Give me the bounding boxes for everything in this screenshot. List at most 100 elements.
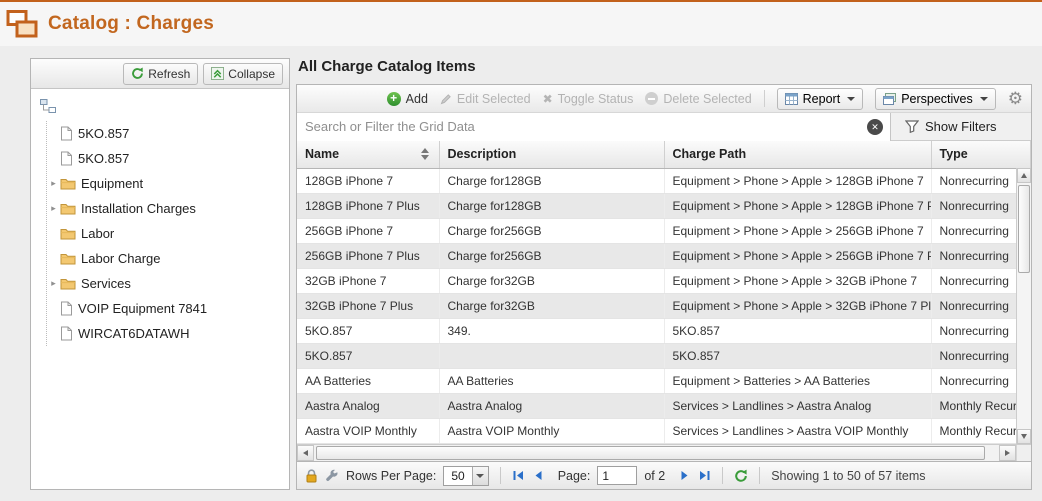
expand-arrow-icon[interactable]: ▸ <box>47 278 60 289</box>
search-row: ✕ Show Filters <box>297 113 1031 141</box>
lock-icon[interactable] <box>305 469 318 483</box>
sort-icon[interactable] <box>421 148 429 160</box>
toolbar-separator <box>764 90 765 107</box>
table-cell: AA Batteries <box>297 368 439 393</box>
tree-item[interactable]: Labor Charge <box>47 246 283 271</box>
column-header-description[interactable]: Description <box>439 141 664 168</box>
table-cell: 5KO.857 <box>664 343 931 368</box>
edit-selected-button[interactable]: Edit Selected <box>440 92 531 106</box>
tree-item[interactable]: ▸Installation Charges <box>47 196 283 221</box>
perspectives-icon <box>883 93 896 105</box>
rows-per-page-select[interactable]: 50 <box>443 466 488 486</box>
vertical-scroll-thumb[interactable] <box>1018 185 1030 273</box>
table-row[interactable]: 128GB iPhone 7 PlusCharge for128GBEquipm… <box>297 193 1031 218</box>
scroll-right-arrow[interactable] <box>999 445 1016 461</box>
collapse-tree-button[interactable]: Collapse <box>203 63 283 85</box>
tree-item[interactable]: 5KO.857 <box>47 146 283 171</box>
table-row[interactable]: 32GB iPhone 7 PlusCharge for32GBEquipmen… <box>297 293 1031 318</box>
tree-root-icon[interactable] <box>39 97 283 121</box>
scroll-left-arrow[interactable] <box>297 445 314 461</box>
pager-separator <box>722 467 723 484</box>
folder-icon <box>60 177 76 190</box>
table-cell: 5KO.857 <box>664 318 931 343</box>
document-icon <box>60 326 73 341</box>
gear-icon[interactable]: ⚙ <box>1008 90 1023 107</box>
report-label: Report <box>803 92 841 106</box>
table-cell <box>439 343 664 368</box>
page-label: Page: <box>558 469 591 483</box>
vertical-scrollbar[interactable] <box>1016 168 1031 444</box>
folder-icon <box>60 277 76 290</box>
horizontal-scrollbar[interactable] <box>297 444 1031 461</box>
horizontal-scroll-track[interactable] <box>314 445 999 461</box>
table-cell: Equipment > Phone > Apple > 128GB iPhone… <box>664 168 931 193</box>
column-header-charge-path[interactable]: Charge Path <box>664 141 931 168</box>
expand-arrow-icon[interactable]: ▸ <box>47 203 60 214</box>
table-header-row: Name Description Charge Path <box>297 141 1031 168</box>
table-cell: Equipment > Phone > Apple > 256GB iPhone… <box>664 243 931 268</box>
pager-separator <box>759 467 760 484</box>
previous-page-button[interactable] <box>532 469 545 482</box>
wrench-icon[interactable] <box>325 469 339 483</box>
next-page-button[interactable] <box>678 469 691 482</box>
tree-item-label: Services <box>81 276 131 291</box>
first-page-button[interactable] <box>512 469 525 482</box>
table-cell: Aastra Analog <box>297 393 439 418</box>
rows-per-page-label: Rows Per Page: <box>346 469 436 483</box>
table-row[interactable]: Aastra AnalogAastra AnalogServices > Lan… <box>297 393 1031 418</box>
expand-arrow-icon[interactable]: ▸ <box>47 178 60 189</box>
table-row[interactable]: 5KO.857349.5KO.857Nonrecurring <box>297 318 1031 343</box>
perspectives-dropdown-button[interactable]: Perspectives <box>875 88 996 110</box>
tree-item-label: Labor <box>81 226 114 241</box>
scroll-down-arrow[interactable] <box>1017 429 1031 444</box>
tree-item[interactable]: ▸ Services <box>47 271 283 296</box>
refresh-tree-button[interactable]: Refresh <box>123 63 198 85</box>
table-body: 128GB iPhone 7Charge for128GBEquipment >… <box>297 168 1031 443</box>
table-cell: 128GB iPhone 7 Plus <box>297 193 439 218</box>
tree-item[interactable]: ▸Equipment <box>47 171 283 196</box>
tree-item[interactable]: Labor <box>47 221 283 246</box>
show-filters-label: Show Filters <box>925 119 997 134</box>
show-filters-button[interactable]: Show Filters <box>891 119 997 134</box>
table-row[interactable]: AA BatteriesAA BatteriesEquipment > Batt… <box>297 368 1031 393</box>
collapse-label: Collapse <box>228 67 275 81</box>
table-row[interactable]: 32GB iPhone 7Charge for32GBEquipment > P… <box>297 268 1031 293</box>
column-header-name[interactable]: Name <box>297 141 439 168</box>
table-cell: 256GB iPhone 7 <box>297 218 439 243</box>
toggle-status-button[interactable]: ✖ Toggle Status <box>543 92 634 106</box>
last-page-button[interactable] <box>698 469 711 482</box>
table-row[interactable]: 256GB iPhone 7 PlusCharge for256GBEquipm… <box>297 243 1031 268</box>
table-cell: Charge for32GB <box>439 268 664 293</box>
tree-item[interactable]: VOIP Equipment 7841 <box>47 296 283 321</box>
report-dropdown-button[interactable]: Report <box>777 88 864 110</box>
table-cell: 5KO.857 <box>297 343 439 368</box>
table-area: Name Description Charge Path <box>297 141 1031 444</box>
table-row[interactable]: 256GB iPhone 7Charge for256GBEquipment >… <box>297 218 1031 243</box>
grid-toolbar: + Add Edit Selected ✖ Toggle Status <box>297 85 1031 113</box>
clear-search-icon[interactable]: ✕ <box>867 119 883 135</box>
column-header-type[interactable]: Type <box>931 141 1031 168</box>
table-cell: Equipment > Phone > Apple > 32GB iPhone … <box>664 293 931 318</box>
delete-selected-button[interactable]: Delete Selected <box>645 92 751 106</box>
catalog-icon <box>6 9 39 40</box>
table-cell: Equipment > Phone > Apple > 32GB iPhone … <box>664 268 931 293</box>
table-cell: 32GB iPhone 7 Plus <box>297 293 439 318</box>
add-button[interactable]: + Add <box>387 92 428 106</box>
table-cell: Charge for128GB <box>439 193 664 218</box>
table-cell: Aastra Analog <box>439 393 664 418</box>
table-row[interactable]: 5KO.8575KO.857Nonrecurring <box>297 343 1031 368</box>
tree-item[interactable]: WIRCAT6DATAWH <box>47 321 283 346</box>
page-number-input[interactable] <box>597 466 637 485</box>
search-input[interactable] <box>297 113 891 141</box>
scroll-up-arrow[interactable] <box>1017 168 1031 183</box>
charge-table: Name Description Charge Path <box>297 141 1031 444</box>
tree-item[interactable]: 5KO.857 <box>47 121 283 146</box>
table-row[interactable]: 128GB iPhone 7Charge for128GBEquipment >… <box>297 168 1031 193</box>
refresh-grid-icon[interactable] <box>734 469 748 483</box>
table-cell: Charge for32GB <box>439 293 664 318</box>
funnel-icon <box>905 120 919 133</box>
table-cell: Equipment > Phone > Apple > 256GB iPhone… <box>664 218 931 243</box>
horizontal-scroll-thumb[interactable] <box>316 446 985 460</box>
table-row[interactable]: Aastra VOIP MonthlyAastra VOIP MonthlySe… <box>297 418 1031 443</box>
table-cell: 349. <box>439 318 664 343</box>
